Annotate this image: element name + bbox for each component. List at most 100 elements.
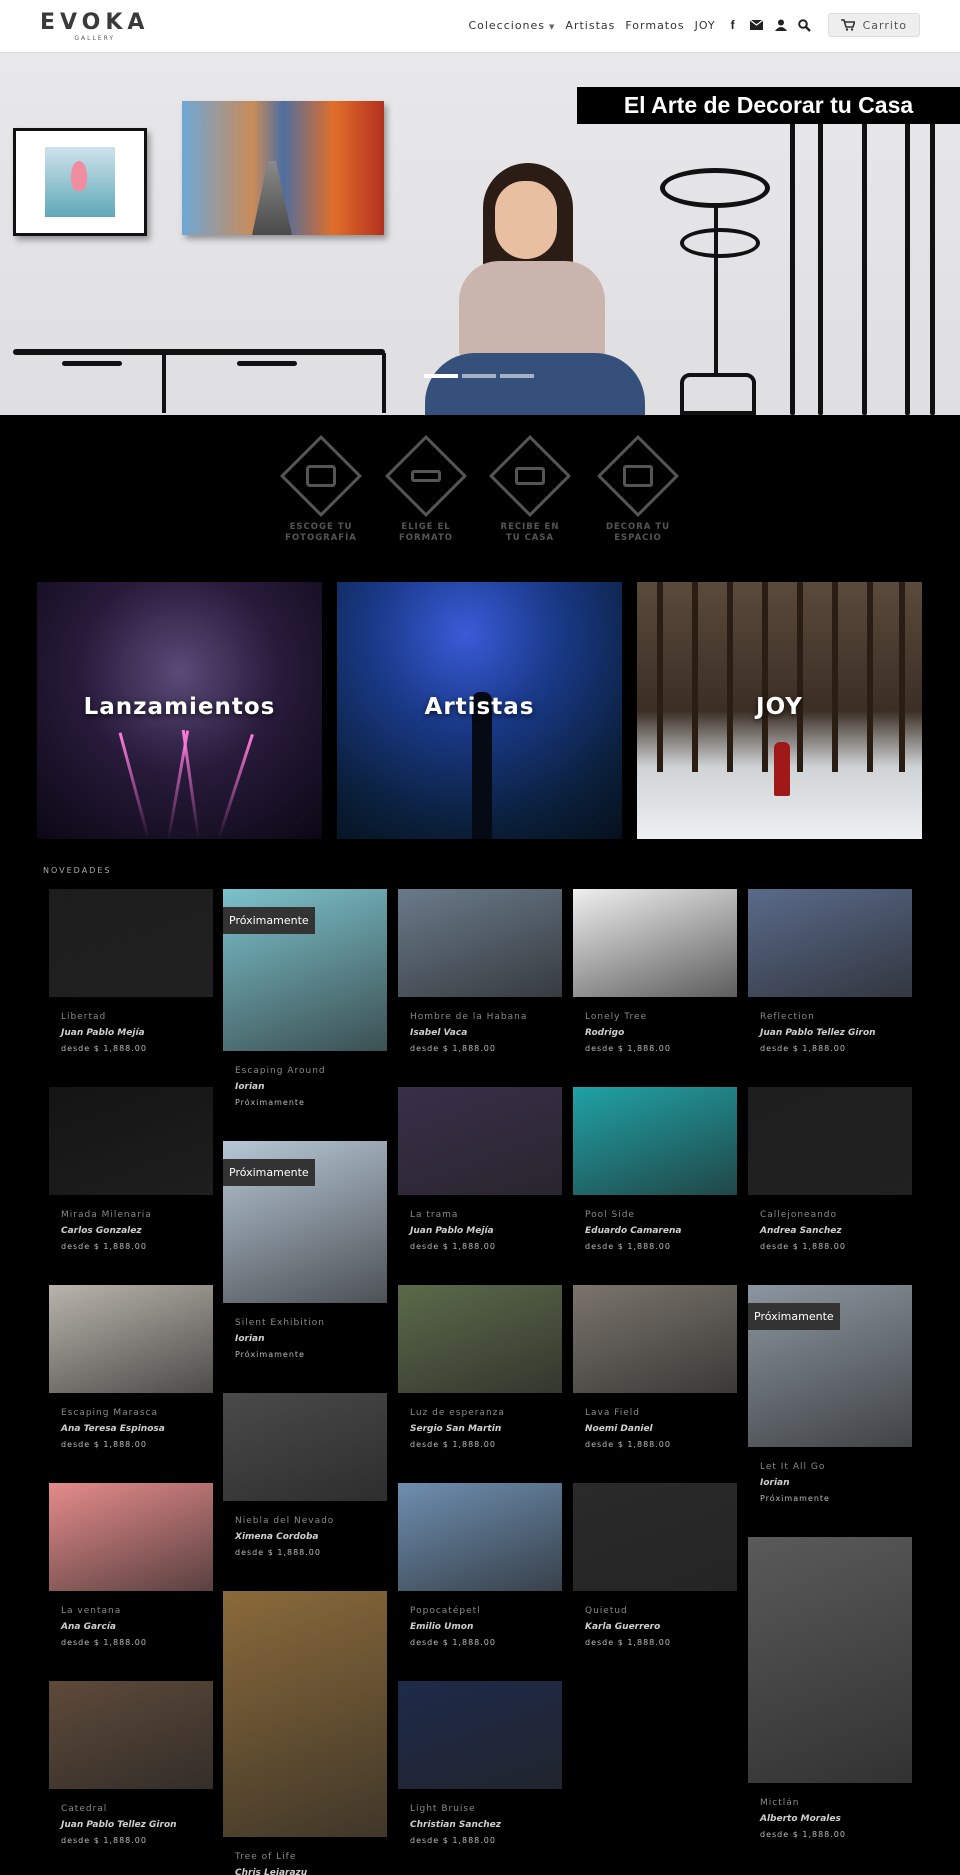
product-price: desde $ 1,888.00 (410, 1836, 496, 1845)
product-card[interactable]: Lava Field Noemi Daniel desde $ 1,888.00 (573, 1285, 737, 1453)
product-thumbnail[interactable] (49, 1483, 213, 1591)
slider-dot[interactable] (500, 374, 534, 378)
product-card[interactable]: La ventana Ana García desde $ 1,888.00 (49, 1483, 213, 1651)
product-thumbnail[interactable] (573, 1483, 737, 1591)
product-card[interactable]: Mictlán Alberto Morales desde $ 1,888.00 (748, 1537, 912, 1843)
product-card[interactable]: Libertad Juan Pablo Mejía desde $ 1,888.00 (49, 889, 213, 1057)
product-card[interactable]: Mirada Milenaria Carlos Gonzalez desde $ 1… (49, 1087, 213, 1255)
product-price: desde $ 1,888.00 (760, 1044, 846, 1053)
product-thumbnail[interactable] (49, 1681, 213, 1789)
slider-dot[interactable] (462, 374, 496, 378)
product-card[interactable]: Light Bruise Christian Sanchez desde $ 1,8… (398, 1681, 562, 1849)
account-icon[interactable] (774, 18, 788, 32)
nav-artistas[interactable]: Artistas (565, 19, 615, 32)
step-label: ELIGE EL FORMATO (399, 522, 453, 543)
picture-icon (623, 465, 653, 487)
product-thumbnail[interactable]: Próximamente (223, 1141, 387, 1303)
category-joy[interactable]: JOY (637, 582, 922, 839)
search-icon[interactable] (798, 18, 812, 32)
product-thumbnail[interactable] (573, 1087, 737, 1195)
product-artist: Ana García (61, 1622, 116, 1632)
product-card[interactable]: Reflection Juan Pablo Tellez Giron desde $… (748, 889, 912, 1057)
product-thumbnail[interactable] (748, 1087, 912, 1195)
coming-soon-badge: Próximamente (223, 1159, 315, 1186)
plant-leaf (660, 168, 770, 208)
product-card[interactable]: Luz de esperanza Sergio San Martin desde $… (398, 1285, 562, 1453)
product-card[interactable]: Escaping Marasca Ana Teresa Espinosa desde… (49, 1285, 213, 1453)
nav-formatos[interactable]: Formatos (625, 19, 684, 32)
site-header: EVOKA GALLERY Colecciones ▼ Artistas Form… (0, 0, 960, 53)
product-title: Light Bruise (410, 1804, 476, 1814)
nav-colecciones[interactable]: Colecciones ▼ (468, 19, 555, 32)
product-artist: Ximena Cordoba (235, 1532, 319, 1542)
how-it-works: ESCOGE TU FOTOGRAFÍA ELIGE EL FORMATO RE… (0, 415, 960, 575)
plant-pole (818, 93, 823, 415)
product-price: desde $ 1,888.00 (585, 1044, 671, 1053)
plant-pole (930, 93, 935, 415)
product-card[interactable]: Tree of LifeChris Lejarazudesde $ 1,888.… (223, 1591, 387, 1875)
product-card[interactable]: Quietud Karla Guerrero desde $ 1,888.00 (573, 1483, 737, 1651)
product-price: desde $ 1,888.00 (61, 1638, 147, 1647)
product-card[interactable]: Callejoneando Andrea Sanchez desde $ 1,888… (748, 1087, 912, 1255)
product-artist: Alberto Morales (760, 1814, 841, 1824)
product-thumbnail[interactable] (748, 1537, 912, 1783)
product-card[interactable]: Niebla del Nevado Ximena Cordoba desde $ 1… (223, 1393, 387, 1561)
product-title: Escaping Marasca (61, 1408, 158, 1418)
firework-shape (217, 733, 254, 839)
hero-slider[interactable]: El Arte de Decorar tu Casa (0, 53, 960, 415)
cart-button[interactable]: Carrito (827, 13, 920, 37)
step-diamond (279, 434, 363, 518)
hero-bench-line (62, 361, 122, 366)
slider-dot[interactable] (424, 374, 458, 378)
product-thumbnail[interactable] (398, 889, 562, 997)
flamingo-shape (71, 161, 87, 191)
product-card[interactable]: Próximamente Silent Exhibition Iorian Próxi… (223, 1141, 387, 1363)
logo[interactable]: EVOKA GALLERY (40, 11, 149, 43)
category-artistas[interactable]: Artistas (337, 582, 622, 839)
hero-bench-line (237, 361, 297, 366)
product-price: desde $ 1,888.00 (585, 1440, 671, 1449)
product-card[interactable]: La trama Juan Pablo Mejía desde $ 1,888.00 (398, 1087, 562, 1255)
plant-leaf (680, 228, 760, 258)
product-thumbnail[interactable] (223, 1591, 387, 1837)
product-card[interactable]: Pool Side Eduardo Camarena desde $ 1,888.0… (573, 1087, 737, 1255)
product-thumbnail[interactable] (573, 889, 737, 997)
product-thumbnail[interactable] (573, 1285, 737, 1393)
facebook-icon[interactable]: f (726, 18, 740, 32)
product-card[interactable]: Popocatépetl Emilio Umon desde $ 1,888.00 (398, 1483, 562, 1651)
nav-joy[interactable]: JOY (695, 19, 716, 32)
product-price: desde $ 1,888.00 (61, 1836, 147, 1845)
product-card[interactable]: Próximamente Let It All Go Iorian Próximame… (748, 1285, 912, 1507)
hero-model-legs (425, 353, 645, 415)
product-card[interactable]: Hombre de la Habana Isabel Vaca desde $ 1,… (398, 889, 562, 1057)
product-thumbnail[interactable]: Próximamente (223, 889, 387, 1051)
product-thumbnail[interactable] (748, 889, 912, 997)
product-thumbnail[interactable]: Próximamente (748, 1285, 912, 1447)
product-artist: Iorian (235, 1334, 265, 1344)
street-shape (252, 161, 292, 235)
product-thumbnail[interactable] (398, 1087, 562, 1195)
tree-shape (657, 582, 663, 772)
product-card[interactable]: Próximamente Escaping Around Iorian Próxima… (223, 889, 387, 1111)
product-price: desde $ 1,888.00 (61, 1044, 147, 1053)
nav-colecciones-label: Colecciones (468, 18, 546, 32)
product-card[interactable]: Lonely Tree Rodrigo desde $ 1,888.00 (573, 889, 737, 1057)
product-artist: Chris Lejarazu (235, 1868, 308, 1875)
firework-shape (181, 729, 200, 839)
product-price: desde $ 1,888.00 (410, 1044, 496, 1053)
product-thumbnail[interactable] (49, 1087, 213, 1195)
category-lanzamientos[interactable]: Lanzamientos (37, 582, 322, 839)
product-artist: Juan Pablo Tellez Giron (760, 1028, 876, 1038)
product-thumbnail[interactable] (398, 1483, 562, 1591)
product-thumbnail[interactable] (223, 1393, 387, 1501)
hero-frame-flamingo-image (45, 147, 115, 217)
product-thumbnail[interactable] (398, 1285, 562, 1393)
product-thumbnail[interactable] (398, 1681, 562, 1789)
step-diamond (596, 434, 680, 518)
step-choose-photo: ESCOGE TU FOTOGRAFÍA (279, 434, 363, 544)
mail-icon[interactable] (750, 18, 764, 32)
hero-frame-street (182, 101, 384, 235)
product-thumbnail[interactable] (49, 889, 213, 997)
product-thumbnail[interactable] (49, 1285, 213, 1393)
product-card[interactable]: Catedral Juan Pablo Tellez Giron desde $ 1… (49, 1681, 213, 1849)
